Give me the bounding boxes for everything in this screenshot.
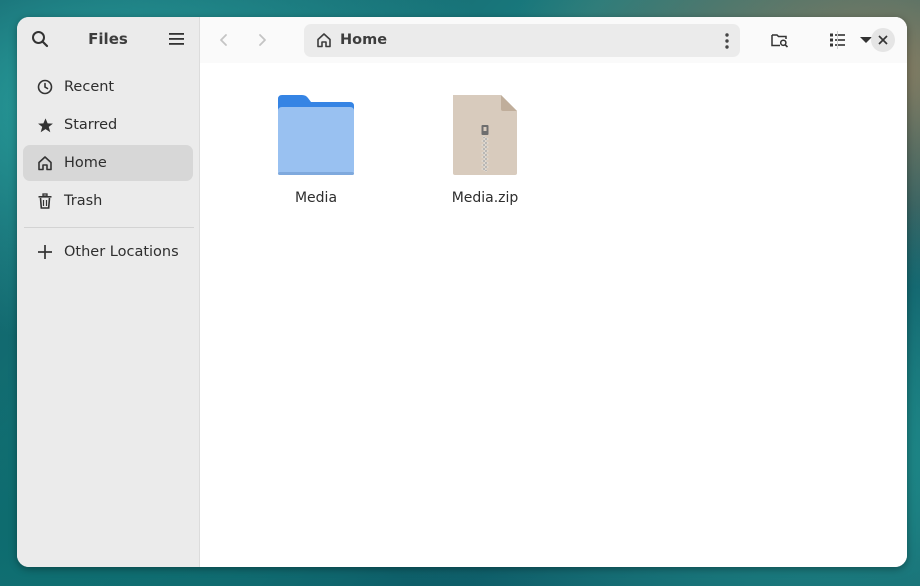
clock-icon bbox=[36, 78, 54, 96]
sidebar-item-trash[interactable]: Trash bbox=[23, 183, 193, 219]
sidebar-item-starred[interactable]: Starred bbox=[23, 107, 193, 143]
file-grid: Media Media.zip bbox=[200, 63, 907, 567]
close-icon bbox=[878, 35, 888, 45]
zip-archive-icon bbox=[445, 93, 525, 177]
sidebar-header: Files bbox=[17, 17, 199, 63]
sidebar-item-home[interactable]: Home bbox=[23, 145, 193, 181]
sidebar-item-label: Other Locations bbox=[64, 244, 179, 260]
sidebar-item-recent[interactable]: Recent bbox=[23, 69, 193, 105]
path-segment-home[interactable]: Home bbox=[340, 32, 387, 48]
sidebar-item-label: Starred bbox=[64, 117, 118, 133]
forward-icon[interactable] bbox=[251, 29, 273, 51]
folder-search-icon[interactable] bbox=[769, 29, 791, 51]
file-name: Media.zip bbox=[451, 190, 519, 206]
back-icon[interactable] bbox=[213, 29, 235, 51]
sidebar-item-other-locations[interactable]: Other Locations bbox=[23, 234, 193, 270]
plus-icon bbox=[36, 243, 54, 261]
list-view-icon[interactable] bbox=[827, 29, 849, 51]
sidebar-item-label: Recent bbox=[64, 79, 115, 95]
hamburger-menu-icon[interactable] bbox=[166, 28, 188, 50]
files-window: Files Recent Starred Home Trash Other Lo… bbox=[17, 17, 907, 567]
home-icon bbox=[36, 154, 54, 172]
kebab-menu-icon[interactable] bbox=[724, 32, 730, 54]
sidebar-item-label: Trash bbox=[64, 193, 103, 209]
toolbar-divider bbox=[837, 31, 838, 49]
file-item-media-zip[interactable]: Media.zip bbox=[425, 93, 545, 206]
path-bar[interactable]: Home bbox=[304, 24, 740, 57]
folder-icon bbox=[276, 93, 356, 177]
file-name: Media bbox=[294, 190, 338, 206]
sidebar: Files Recent Starred Home Trash Other Lo… bbox=[17, 17, 200, 567]
home-icon bbox=[316, 32, 332, 52]
sidebar-item-label: Home bbox=[64, 155, 107, 171]
main-content: Home Media Media.zip bbox=[200, 17, 907, 567]
star-icon bbox=[36, 116, 54, 134]
close-button[interactable] bbox=[871, 28, 895, 52]
sidebar-divider bbox=[24, 227, 194, 228]
file-item-media[interactable]: Media bbox=[256, 93, 376, 206]
trash-icon bbox=[36, 192, 54, 210]
toolbar: Home bbox=[200, 17, 907, 63]
